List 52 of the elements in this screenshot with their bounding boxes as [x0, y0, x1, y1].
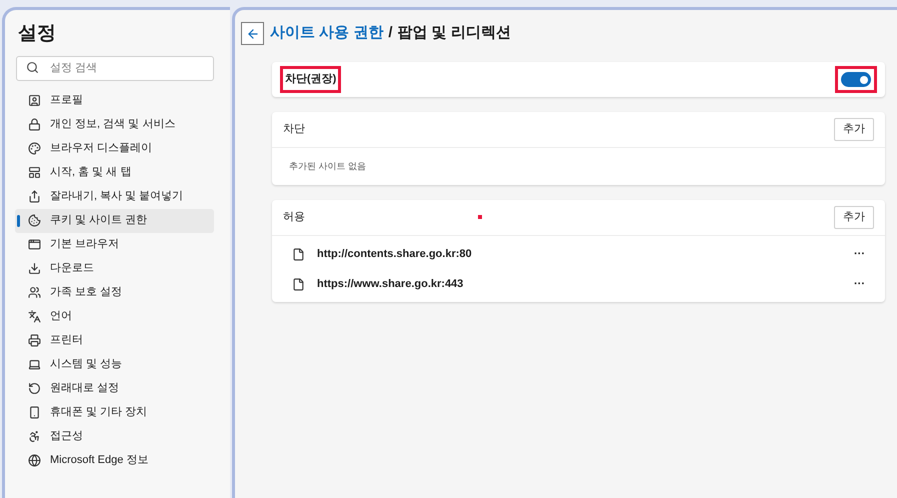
sidebar-item[interactable]: 브라우저 디스플레이	[15, 136, 214, 160]
toggle-switch[interactable]	[841, 72, 871, 87]
search-icon	[26, 61, 39, 74]
accessibility-icon	[28, 430, 41, 443]
sidebar-item[interactable]: 다운로드	[15, 256, 214, 280]
reset-icon	[28, 382, 41, 395]
more-button[interactable]: ···	[854, 278, 865, 290]
sidebar-item[interactable]: 프린터	[15, 328, 214, 352]
setting-label: 차단(권장)	[280, 66, 342, 93]
section-title: 차단	[283, 122, 305, 138]
empty-message: 추가된 사이트 없음	[289, 160, 366, 173]
lock-icon	[28, 118, 41, 131]
sidebar-item[interactable]: 쿠키 및 사이트 권한	[15, 208, 214, 232]
site-url: http://contents.share.go.kr:80	[317, 246, 473, 262]
page-title: 팝업 및 리디렉션	[398, 23, 511, 44]
share-icon	[28, 190, 41, 203]
add-button[interactable]: 추가	[834, 206, 874, 229]
search-field[interactable]: 설정 검색	[16, 56, 214, 80]
sidebar-item[interactable]: 접근성	[15, 424, 214, 448]
printer-icon	[28, 334, 41, 347]
add-button[interactable]: 추가	[834, 118, 874, 141]
section-title: 허용	[283, 210, 305, 226]
sidebar-item[interactable]: 시스템 및 성능	[15, 352, 214, 376]
sidebar-item[interactable]: 시작, 홈 및 새 탭	[15, 160, 214, 184]
sidebar-item[interactable]: 원래대로 설정	[15, 376, 214, 400]
breadcrumb-link[interactable]: 사이트 사용 권한	[270, 22, 384, 45]
site-url: https://www.share.go.kr:443	[317, 276, 464, 292]
phone-icon	[28, 406, 41, 419]
sidebar-item[interactable]: Microsoft Edge 정보	[15, 448, 214, 472]
language-icon	[28, 310, 41, 323]
back-button[interactable]	[241, 22, 264, 45]
more-button[interactable]: ···	[854, 248, 865, 260]
sidebar-item[interactable]: 잘라내기, 복사 및 붙여넣기	[15, 184, 214, 208]
download-icon	[28, 262, 41, 275]
sidebar-item[interactable]: 언어	[15, 304, 214, 328]
selection-indicator	[17, 214, 20, 226]
laptop-icon	[28, 358, 41, 371]
sidebar-item[interactable]: 기본 브라우저	[15, 232, 214, 256]
browser-icon	[28, 238, 41, 251]
palette-icon	[28, 142, 41, 155]
sidebar-item[interactable]: 프로필	[15, 88, 214, 112]
breadcrumb-separator: /	[388, 23, 393, 44]
profile-icon	[28, 94, 41, 107]
sidebar-item[interactable]: 가족 보호 설정	[15, 280, 214, 304]
cookie-icon	[28, 214, 41, 227]
page-icon	[292, 248, 305, 260]
window-icon	[28, 166, 41, 179]
settings-title: 설정	[18, 22, 56, 46]
page-icon	[292, 278, 305, 290]
sidebar-item[interactable]: 개인 정보, 검색 및 서비스	[15, 112, 214, 136]
family-icon	[28, 286, 41, 299]
sidebar-item[interactable]: 휴대폰 및 기타 장치	[15, 400, 214, 424]
